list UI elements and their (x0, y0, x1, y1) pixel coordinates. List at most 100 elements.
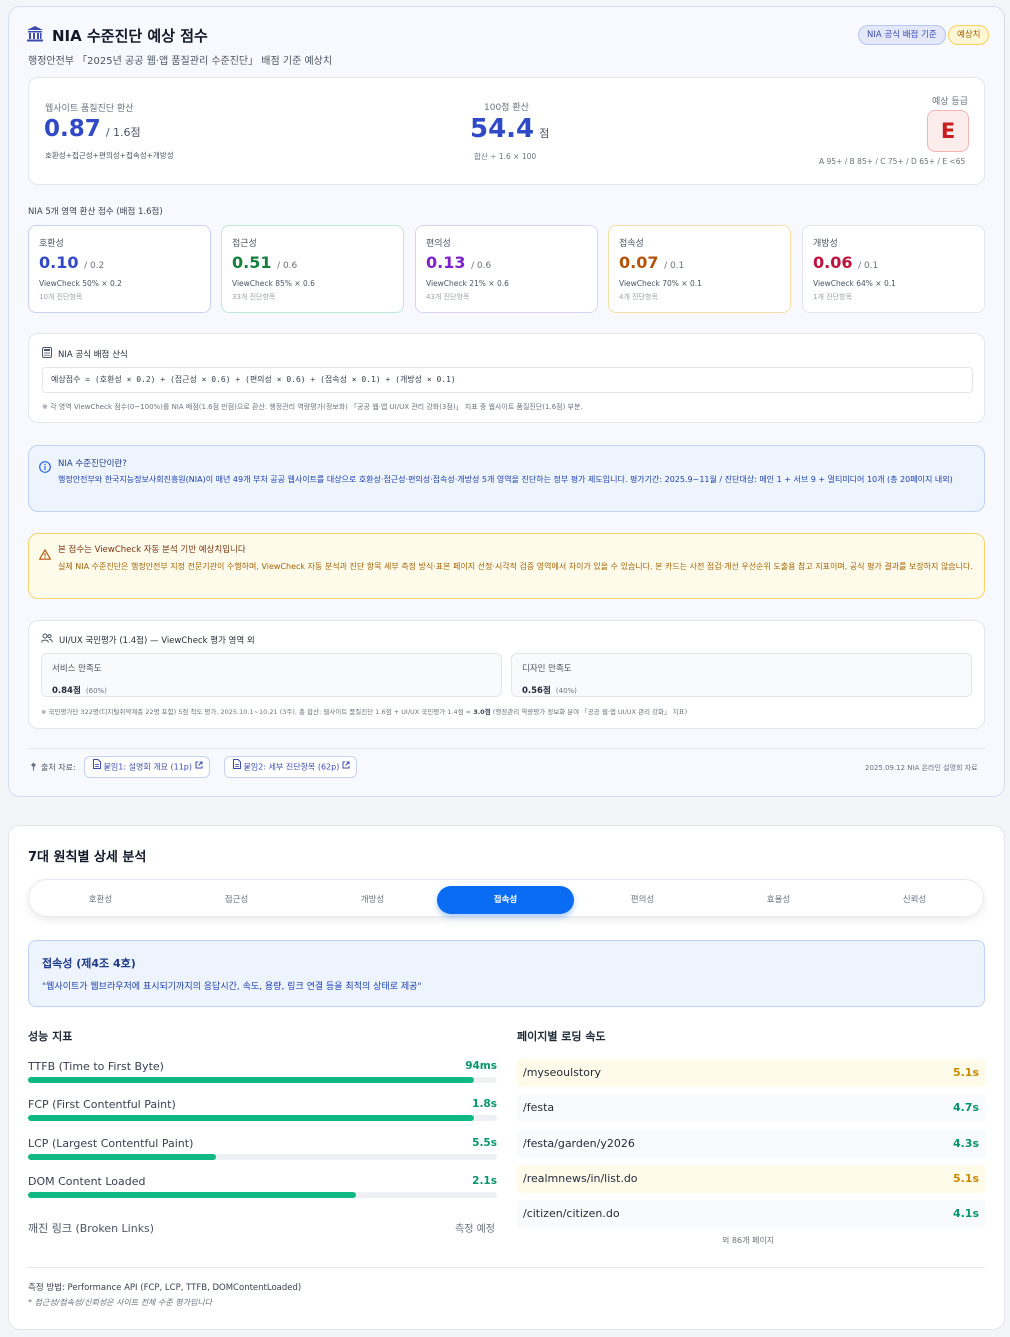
broken-links-value: 측정 예정 (455, 1224, 495, 1235)
document-icon (233, 757, 241, 777)
sources-date: 2025.09.12 NIA 온라인 설명회 자료 (865, 764, 978, 772)
page-path: /festa/garden/y2026 (523, 1137, 635, 1150)
metric-name: LCP (Largest Contentful Paint) (28, 1137, 194, 1150)
card-title: NIA 수준진단 예상 점수 (26, 25, 208, 46)
summary-box: 웹사이트 품질진단 환산 0.87 / 1.6점 호환성+접근성+편의성+접속성… (28, 77, 985, 185)
principle-desc: "웹사이트가 웹브라우저에 표시되기까지의 응답시간, 속도, 용량, 링크 연… (42, 982, 422, 992)
area-score-value: 0.10 (39, 253, 79, 272)
grade-scale: A 95+ / B 85+ / C 75+ / D 65+ / E <65 (819, 157, 966, 166)
formula-expression: 예상점수 = (호환성 × 0.2) + (접근성 × 0.6) + (편의성 … (42, 367, 973, 393)
area-score-value: 0.06 (813, 253, 853, 272)
method-text: 측정 방법: Performance API (FCP, LCP, TTFB, … (28, 1283, 302, 1293)
tab-principle[interactable]: 접근성 (168, 886, 305, 914)
service-pct: (60%) (85, 687, 107, 695)
metric-bar (28, 1077, 497, 1083)
area-count: 33개 진단항목 (232, 293, 276, 301)
service-score: 0.84점 (60%) (52, 678, 107, 697)
area-score: 0.07 / 0.1 (619, 253, 684, 272)
area-count: 1개 진단항목 (813, 293, 852, 301)
source-link-1[interactable]: 붙임1: 설명회 개요 (11p) (84, 756, 210, 778)
page-row: /realmnews/in/list.do 5.1s (517, 1165, 986, 1193)
tab-principle[interactable]: 신뢰성 (846, 886, 983, 914)
area-detail: ViewCheck 21% × 0.6 (426, 279, 509, 288)
page-load-time: 5.1s (952, 1172, 979, 1185)
area-score-max: / 0.6 (471, 261, 492, 271)
area-score-max: / 0.1 (858, 261, 879, 271)
principle-tabs: 호환성 접근성 개방성 접속성 편의성 효율성 신뢰성 (28, 879, 984, 917)
service-label: 서비스 만족도 (52, 664, 102, 674)
metric-bar (28, 1115, 497, 1121)
site-score: 0.87 / 1.6점 (44, 116, 141, 142)
page-load-time: 4.3s (952, 1137, 979, 1150)
design-label: 디자인 만족도 (522, 664, 572, 674)
site-score-max: / 1.6점 (105, 126, 141, 139)
hundred-unit: 점 (539, 127, 550, 140)
grade-badge: E (927, 110, 969, 152)
calculator-icon (42, 347, 52, 361)
area-card: 개방성 0.06 / 0.1 ViewCheck 64% × 0.1 1개 진단항목 (802, 225, 985, 313)
page-path: /myseoulstory (523, 1066, 601, 1079)
area-card: 호환성 0.10 / 0.2 ViewCheck 50% × 0.2 10개 진단항목 (28, 225, 211, 313)
institution-icon (26, 25, 44, 46)
metric-bar (28, 1154, 497, 1160)
metric-name: DOM Content Loaded (28, 1175, 146, 1188)
pin-icon (30, 762, 37, 773)
formula-title: NIA 공식 배점 산식 (58, 350, 128, 360)
external-link-icon (342, 757, 350, 777)
metric-value: 2.1s (472, 1175, 497, 1187)
pages-more: 외 86개 페이지 (722, 1236, 775, 1245)
metric-name: TTFB (Time to First Byte) (28, 1060, 164, 1073)
tab-principle[interactable]: 편의성 (574, 886, 711, 914)
tab-principle[interactable]: 접속성 (437, 886, 574, 914)
metric-name: FCP (First Contentful Paint) (28, 1098, 176, 1111)
formula-note: ※ 각 영역 ViewCheck 점수(0~100%)를 NIA 배점(1.6점… (42, 403, 583, 411)
area-card: 접근성 0.51 / 0.6 ViewCheck 85% × 0.6 33개 진단항목 (221, 225, 404, 313)
design-pct: (40%) (555, 687, 577, 695)
hundred-score: 54.4 점 (470, 114, 549, 144)
area-score: 0.13 / 0.6 (426, 253, 491, 272)
page-load-time: 5.1s (952, 1066, 979, 1079)
external-link-icon (195, 757, 203, 777)
sources-divider (28, 748, 985, 749)
tab-principle[interactable]: 개방성 (304, 886, 441, 914)
info-title: NIA 수준진단이란? (58, 459, 127, 469)
uiux-note: ※ 국민평가단 322명(디지털취약계층 22명 포함) 5점 척도 평가. 2… (41, 706, 687, 716)
info-box: NIA 수준진단이란? 행정안전부와 한국지능정보사회진흥원(NIA)이 매년 … (28, 445, 985, 512)
info-body: 행정안전부와 한국지능정보사회진흥원(NIA)이 매년 49개 부처 공공 웹사… (58, 475, 953, 484)
design-satisfaction: 디자인 만족도 0.56점 (40%) (511, 653, 972, 697)
formula-box: NIA 공식 배점 산식 예상점수 = (호환성 × 0.2) + (접근성 ×… (28, 333, 985, 423)
tab-principle[interactable]: 호환성 (32, 886, 169, 914)
uiux-note-suffix: (행정관리 역량평가 정보화 분야 「공공 웹·앱 UI/UX 관리 강화」 지… (490, 708, 688, 716)
area-score-value: 0.13 (426, 253, 466, 272)
broken-links-label: 깨진 링크 (Broken Links) (28, 1222, 155, 1235)
area-name: 접속성 (619, 239, 644, 249)
area-detail: ViewCheck 64% × 0.1 (813, 279, 896, 288)
source-link-1-label: 붙임1: 설명회 개요 (11p) (103, 762, 192, 772)
document-icon (93, 757, 101, 777)
info-icon (39, 458, 51, 477)
area-count: 10개 진단항목 (39, 293, 83, 301)
metric-bar-fill (28, 1115, 474, 1121)
page-row: /myseoulstory 5.1s (517, 1059, 986, 1087)
method-divider (28, 1267, 985, 1268)
source-link-2[interactable]: 붙임2: 세부 진단항목 (62p) (224, 756, 357, 778)
hundred-label: 100점 환산 (484, 103, 529, 113)
metrics-title: 성능 지표 (28, 1030, 73, 1043)
page-path: /realmnews/in/list.do (523, 1172, 638, 1185)
uiux-box: UI/UX 국민평가 (1.4점) — ViewCheck 평가 영역 외 서비… (28, 620, 985, 729)
page-row: /festa/garden/y2026 4.3s (517, 1130, 986, 1158)
method-note: * 접근성/접속성/신뢰성은 사이트 전체 수준 평가입니다 (28, 1298, 213, 1307)
service-value: 0.84점 (52, 686, 81, 696)
warning-title: 본 점수는 ViewCheck 자동 분석 기반 예상치입니다 (58, 545, 246, 555)
page-path: /citizen/citizen.do (523, 1207, 620, 1220)
area-score-max: / 0.6 (277, 261, 298, 271)
metric-value: 5.5s (472, 1137, 497, 1149)
metric-bar-fill (28, 1077, 474, 1083)
area-score: 0.51 / 0.6 (232, 253, 297, 272)
analysis-title: 7대 원칙별 상세 분석 (28, 850, 147, 865)
design-value: 0.56점 (522, 686, 551, 696)
tab-principle[interactable]: 효율성 (710, 886, 847, 914)
site-score-formula: 호환성+접근성+편의성+접속성+개방성 (45, 151, 174, 160)
card-subtitle: 행정안전부 「2025년 공공 웹·앱 품질관리 수준진단」 배점 기준 예상치 (28, 56, 333, 67)
areas-title: NIA 5개 영역 환산 점수 (배점 1.6점) (28, 207, 163, 217)
